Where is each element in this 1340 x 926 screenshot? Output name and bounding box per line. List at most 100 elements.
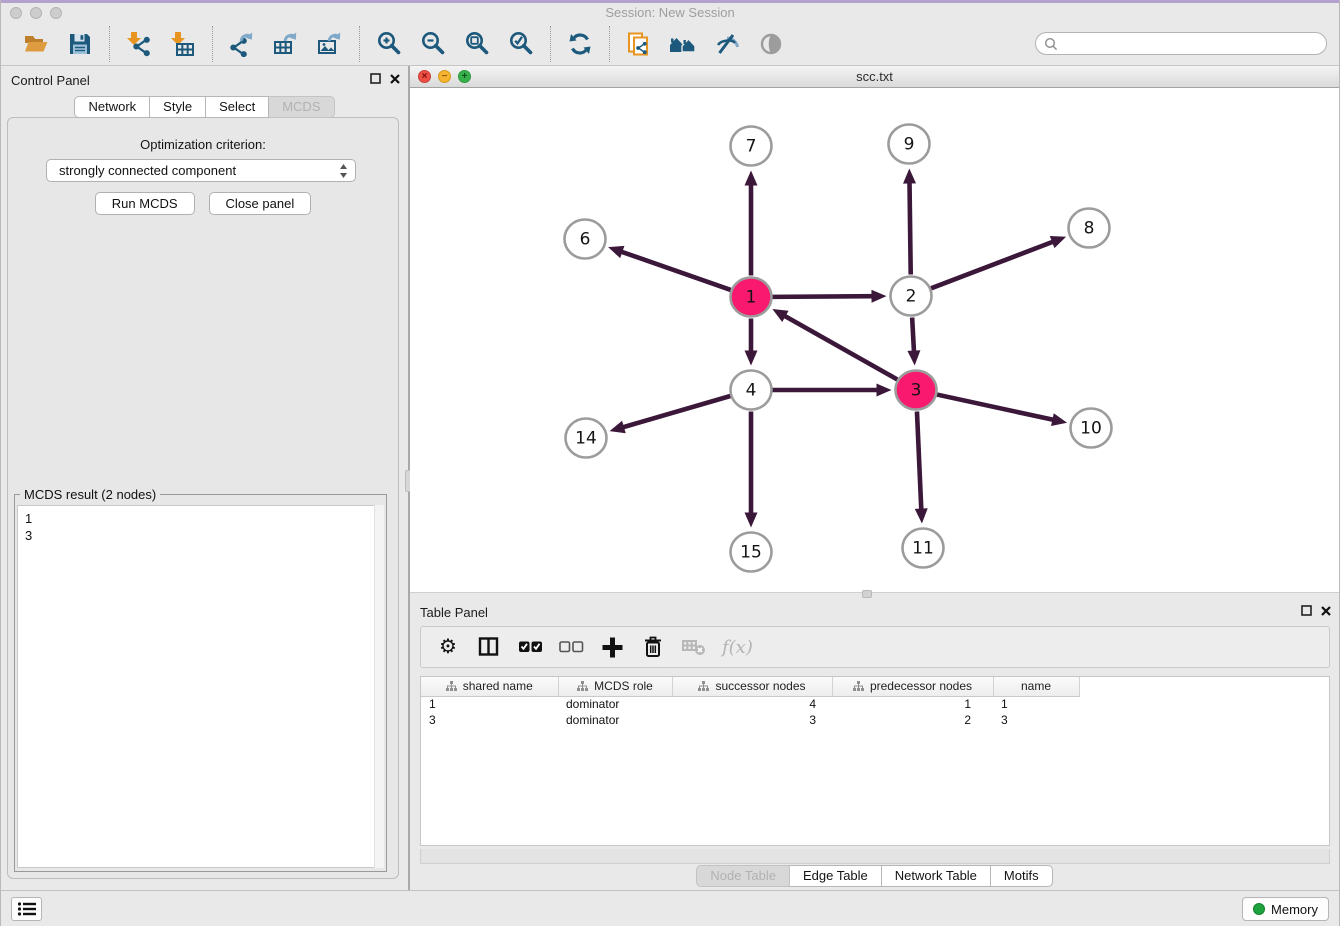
search-input[interactable]	[1063, 36, 1318, 51]
tab-motifs[interactable]: Motifs	[991, 865, 1053, 887]
node-4[interactable]: 4	[731, 371, 772, 410]
cell-MCDS-role[interactable]: dominator	[558, 696, 672, 712]
memory-button[interactable]: Memory	[1242, 897, 1329, 921]
edge-3-to-10[interactable]	[937, 395, 1067, 426]
cell-name[interactable]: 3	[993, 712, 1079, 728]
criterion-dropdown[interactable]: strongly connected component	[46, 159, 356, 182]
zoom-selected-icon[interactable]	[506, 27, 536, 61]
column-header-successor-nodes[interactable]: successor nodes	[672, 677, 832, 696]
add-column-icon[interactable]	[599, 630, 625, 664]
cell-name[interactable]: 1	[993, 696, 1079, 712]
edge-2-to-9[interactable]	[903, 168, 916, 274]
eye-slash-icon[interactable]	[712, 27, 742, 61]
import-network-icon[interactable]	[124, 27, 154, 61]
cell-successor-nodes[interactable]: 4	[672, 696, 832, 712]
cell-successor-nodes[interactable]: 3	[672, 712, 832, 728]
settings-gear-icon[interactable]: ⚙	[435, 630, 461, 664]
open-session-icon[interactable]	[21, 27, 51, 61]
search-icon	[1044, 37, 1058, 51]
export-image-icon[interactable]	[315, 27, 345, 61]
dropdown-stepper-icon	[339, 163, 348, 179]
edge-1-to-2[interactable]	[772, 290, 886, 303]
cell-MCDS-role[interactable]: dominator	[558, 712, 672, 728]
edge-1-to-6[interactable]	[608, 246, 731, 290]
edge-1-to-7[interactable]	[745, 171, 758, 276]
tab-network[interactable]: Network	[74, 96, 150, 118]
node-8[interactable]: 8	[1069, 209, 1110, 248]
edge-4-to-14[interactable]	[610, 396, 731, 433]
node-11[interactable]: 11	[903, 529, 944, 568]
homes-icon[interactable]	[668, 27, 698, 61]
node-15[interactable]: 15	[731, 533, 772, 572]
edge-3-to-11[interactable]	[915, 411, 928, 523]
tab-style[interactable]: Style	[150, 96, 206, 118]
cell-predecessor-nodes[interactable]: 1	[832, 696, 993, 712]
mcds-result-text[interactable]: 13	[17, 505, 384, 868]
run-mcds-button[interactable]: Run MCDS	[95, 192, 195, 215]
edge-4-to-15[interactable]	[745, 412, 758, 528]
table-row[interactable]: 3dominator323	[421, 712, 1079, 728]
close-panel-button[interactable]: Close panel	[209, 192, 312, 215]
control-panel-tabs: NetworkStyleSelectMCDS	[1, 96, 408, 118]
node-10[interactable]: 10	[1071, 409, 1112, 448]
task-history-button[interactable]	[11, 897, 42, 921]
node-1[interactable]: 1	[731, 278, 772, 317]
close-table-panel-icon[interactable]	[1321, 606, 1331, 616]
node-7[interactable]: 7	[731, 127, 772, 166]
zoom-out-icon[interactable]	[418, 27, 448, 61]
zoom-fit-icon[interactable]	[462, 27, 492, 61]
delete-column-icon[interactable]	[640, 630, 666, 664]
edge-3-to-1[interactable]	[772, 309, 897, 379]
edge-1-to-4[interactable]	[745, 319, 758, 366]
edge-2-to-8[interactable]	[931, 236, 1066, 288]
function-builder-icon[interactable]: f(x)	[722, 630, 753, 664]
network-canvas[interactable]: 7 9 6 8 1 2 4 3 14 10 15 11	[410, 88, 1339, 592]
tab-select[interactable]: Select	[206, 96, 269, 118]
tab-edge-table[interactable]: Edge Table	[790, 865, 882, 887]
result-scrollbar[interactable]	[374, 505, 384, 868]
float-table-panel-icon[interactable]	[1301, 605, 1312, 616]
float-panel-icon[interactable]	[370, 73, 381, 84]
export-table-icon[interactable]	[271, 27, 301, 61]
cell-predecessor-nodes[interactable]: 2	[832, 712, 993, 728]
node-14[interactable]: 14	[566, 419, 607, 458]
node-2[interactable]: 2	[891, 277, 932, 316]
select-all-icon[interactable]	[517, 630, 543, 664]
table-horizontal-scrollbar[interactable]	[420, 849, 1330, 864]
svg-text:1: 1	[746, 288, 757, 308]
column-header-predecessor-nodes[interactable]: predecessor nodes	[832, 677, 993, 696]
status-bar: Memory	[1, 890, 1339, 926]
cell-shared-name[interactable]: 3	[421, 712, 558, 728]
eye-icon[interactable]	[756, 27, 786, 61]
edge-4-to-3[interactable]	[773, 384, 892, 397]
close-panel-icon[interactable]	[390, 74, 400, 84]
cell-shared-name[interactable]: 1	[421, 696, 558, 712]
node-3[interactable]: 3	[896, 371, 937, 410]
tab-node-table[interactable]: Node Table	[696, 865, 790, 887]
column-layout-icon[interactable]	[476, 630, 502, 664]
tab-mcds[interactable]: MCDS	[269, 96, 334, 118]
control-panel-title: Control Panel	[11, 73, 90, 88]
column-type-icon	[698, 681, 709, 692]
deselect-all-icon[interactable]	[558, 630, 584, 664]
column-header-shared-name[interactable]: shared name	[421, 677, 558, 696]
search-box[interactable]	[1035, 32, 1327, 55]
save-session-icon[interactable]	[65, 27, 95, 61]
refresh-view-icon[interactable]	[565, 27, 595, 61]
optimization-criterion-label: Optimization criterion:	[8, 137, 398, 152]
node-6[interactable]: 6	[565, 220, 606, 259]
svg-text:14: 14	[575, 429, 597, 449]
table-row[interactable]: 1dominator411	[421, 696, 1079, 712]
table-toolbar: ⚙ f(x)	[420, 626, 1330, 668]
delete-table-icon[interactable]	[681, 630, 707, 664]
tab-network-table[interactable]: Network Table	[882, 865, 991, 887]
node-9[interactable]: 9	[889, 125, 930, 164]
import-table-icon[interactable]	[168, 27, 198, 61]
column-header-name[interactable]: name	[993, 677, 1079, 696]
column-header-MCDS-role[interactable]: MCDS role	[558, 677, 672, 696]
zoom-in-icon[interactable]	[374, 27, 404, 61]
table-panel: Table Panel ⚙f(x) shared nameMCDS rolesu…	[410, 597, 1339, 890]
copy-network-icon[interactable]	[624, 27, 654, 61]
export-network-icon[interactable]	[227, 27, 257, 61]
edge-2-to-3[interactable]	[907, 317, 920, 365]
